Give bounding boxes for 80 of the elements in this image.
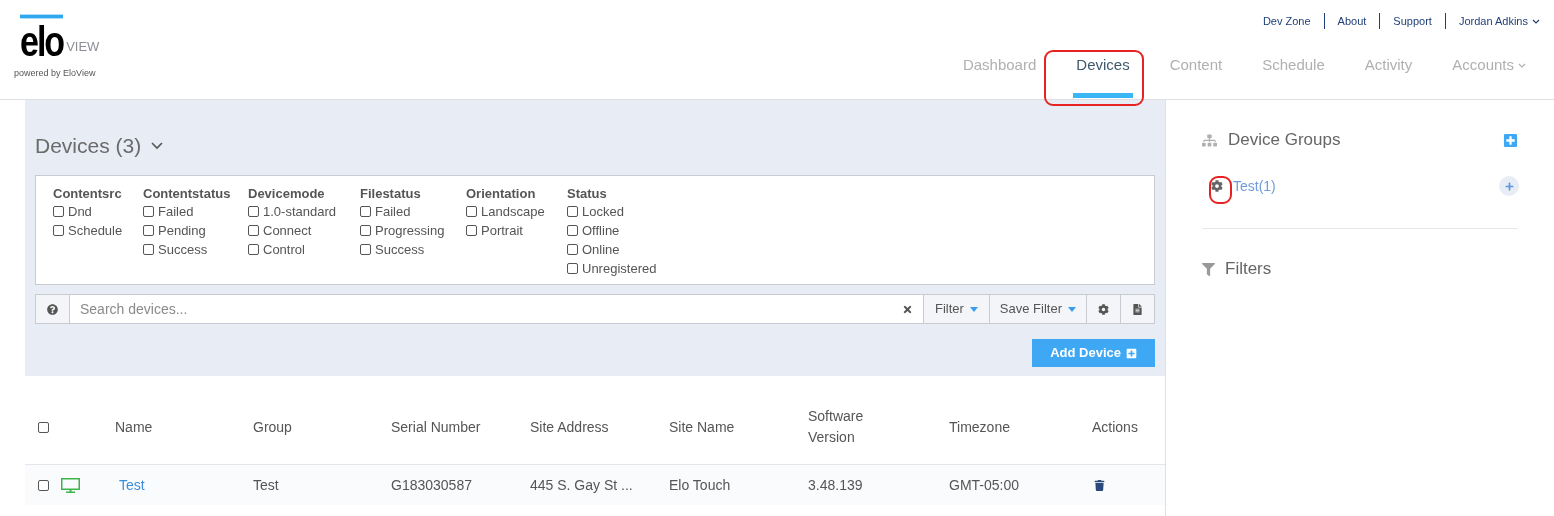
checkbox-label: Pending bbox=[158, 221, 206, 240]
checkbox[interactable] bbox=[248, 206, 259, 217]
table-cell: GMT-05:00 bbox=[949, 476, 1020, 493]
filter-icon bbox=[1202, 262, 1215, 276]
settings-icon[interactable] bbox=[1211, 180, 1223, 192]
table-cell: 445 S. Gay St ... bbox=[530, 476, 633, 493]
checkbox-label: Dnd bbox=[68, 202, 92, 221]
checkbox[interactable] bbox=[567, 244, 578, 255]
checkbox-label: Progressing bbox=[375, 221, 445, 240]
section-title: Filters bbox=[1225, 258, 1272, 281]
header-link[interactable]: Support bbox=[1393, 12, 1432, 30]
checkbox[interactable] bbox=[248, 225, 259, 236]
column-header: Serial Number bbox=[391, 417, 482, 437]
checkbox[interactable] bbox=[466, 206, 477, 217]
header-link[interactable]: Dev Zone bbox=[1262, 12, 1311, 30]
filter-group-title: Filestatus bbox=[360, 186, 422, 202]
active-tab-underline bbox=[1073, 93, 1133, 98]
filter-group-title: Status bbox=[567, 186, 608, 202]
checkbox-label: Schedule bbox=[68, 221, 123, 240]
filter-group-title: Contentstatus bbox=[143, 186, 232, 202]
header-link[interactable]: About bbox=[1337, 12, 1367, 30]
column-header: Site Name bbox=[669, 417, 736, 437]
checkbox[interactable] bbox=[143, 244, 154, 255]
checkbox[interactable] bbox=[360, 206, 371, 217]
section-title: Device Groups bbox=[1228, 129, 1341, 152]
hierarchy-icon bbox=[1202, 132, 1217, 148]
checkbox[interactable] bbox=[143, 225, 154, 236]
plus-icon bbox=[1504, 181, 1514, 191]
table-cell: G183030587 bbox=[391, 476, 472, 493]
checkbox[interactable] bbox=[53, 225, 64, 236]
checkbox-label: Failed bbox=[375, 202, 411, 221]
checkbox-label: Landscape bbox=[481, 202, 545, 221]
table-cell: Test bbox=[253, 476, 279, 493]
filter-group-title: Devicemode bbox=[248, 186, 326, 202]
column-header: Site Address bbox=[530, 417, 610, 437]
table-cell: Elo Touch bbox=[669, 476, 731, 493]
checkbox[interactable] bbox=[53, 206, 64, 217]
filter-group-title: Contentsrc bbox=[53, 186, 123, 202]
checkbox-label: Success bbox=[375, 240, 425, 259]
plus-icon bbox=[1126, 347, 1137, 359]
checkbox-label: Success bbox=[158, 240, 208, 259]
checkbox[interactable] bbox=[38, 479, 49, 491]
column-header: Group bbox=[253, 417, 293, 437]
checkbox-label: Locked bbox=[582, 202, 624, 221]
column-header: Actions bbox=[1092, 417, 1139, 437]
filter-group-title: Orientation bbox=[466, 186, 537, 202]
checkbox-label: Offline bbox=[582, 221, 620, 240]
logo-mark: elo bbox=[20, 14, 64, 59]
column-header: Name bbox=[115, 417, 154, 437]
add-subgroup-button[interactable] bbox=[1499, 176, 1519, 196]
tagline: powered by EloView bbox=[14, 67, 97, 80]
nav-tab[interactable]: Devices bbox=[1056, 47, 1150, 98]
checkbox[interactable] bbox=[360, 244, 371, 255]
devices-title[interactable]: Devices (3) bbox=[35, 134, 164, 158]
chevron-icon bbox=[151, 142, 164, 150]
column-header: Timezone bbox=[949, 417, 1011, 437]
checkbox-label: Control bbox=[263, 240, 305, 259]
checkbox-label: Online bbox=[582, 240, 620, 259]
add-group-icon[interactable] bbox=[1503, 132, 1518, 148]
checkbox[interactable] bbox=[360, 225, 371, 236]
header-link[interactable]: Jordan Adkins bbox=[1458, 12, 1540, 30]
device-name-link[interactable]: Test bbox=[115, 476, 145, 493]
checkbox-label: Failed bbox=[158, 202, 194, 221]
group-link[interactable]: Test(1) bbox=[1233, 175, 1276, 197]
checkbox[interactable] bbox=[248, 244, 259, 255]
checkbox-label: 1.0-standard bbox=[263, 202, 336, 221]
column-header: Software Version bbox=[808, 407, 865, 447]
checkbox[interactable] bbox=[38, 421, 49, 433]
checkbox[interactable] bbox=[567, 225, 578, 236]
table-cell: 3.48.139 bbox=[808, 476, 863, 493]
checkbox[interactable] bbox=[567, 206, 578, 217]
checkbox-label: Unregistered bbox=[582, 259, 657, 278]
checkbox-label: Portrait bbox=[481, 221, 523, 240]
checkbox[interactable] bbox=[567, 263, 578, 274]
add-device-button[interactable]: Add Device bbox=[1032, 339, 1155, 367]
checkbox[interactable] bbox=[466, 225, 477, 236]
logo-text: VIEW bbox=[66, 40, 100, 54]
checkbox[interactable] bbox=[143, 206, 154, 217]
trash-icon[interactable] bbox=[1094, 479, 1105, 491]
checkbox-label: Connect bbox=[263, 221, 312, 240]
